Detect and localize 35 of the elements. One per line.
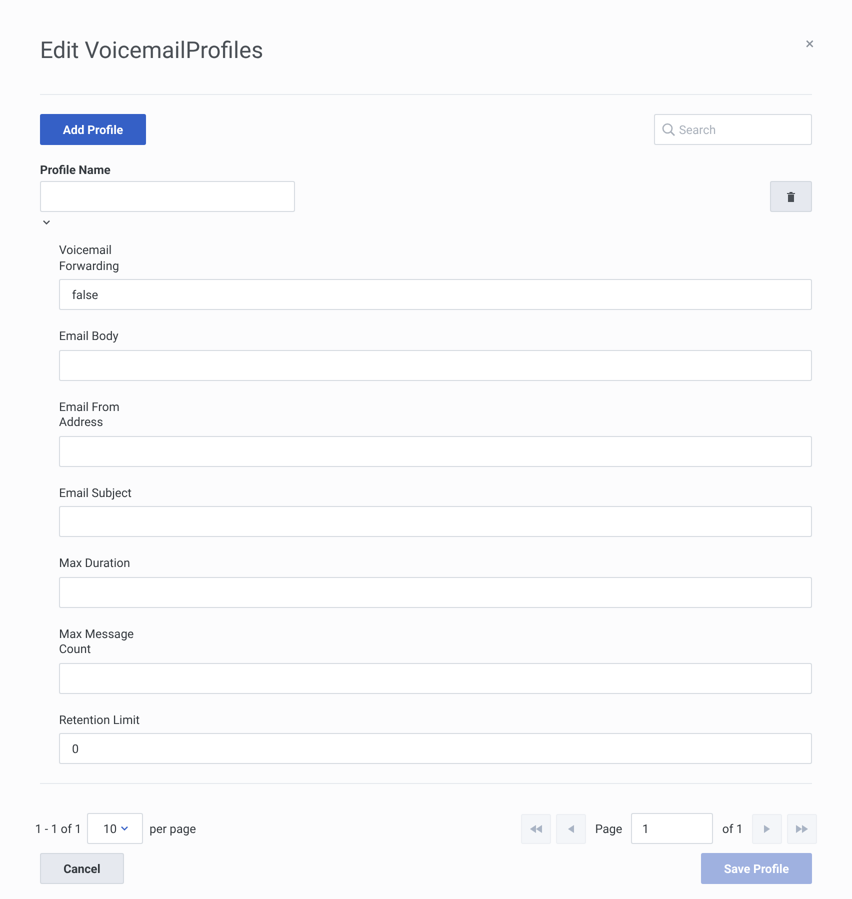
field-label: Max Message Count — [59, 626, 135, 658]
per-page-dropdown[interactable]: 10 — [87, 813, 144, 844]
search-field[interactable]: Search — [654, 114, 812, 145]
trash-icon — [787, 192, 795, 202]
text-input[interactable] — [59, 662, 812, 694]
double-right-arrow-icon — [796, 824, 808, 832]
cancel-button[interactable]: Cancel — [40, 853, 124, 884]
field-label: Email From Address — [59, 400, 120, 430]
left-arrow-icon — [568, 824, 574, 832]
right-arrow-icon — [764, 824, 770, 832]
field-label: Email Body — [59, 329, 120, 344]
field-label: Voicemail Forwarding — [59, 243, 120, 274]
field-label: Max Duration — [59, 556, 132, 572]
text-input[interactable]: false — [59, 279, 812, 310]
text-input[interactable] — [59, 576, 812, 608]
text-input[interactable] — [59, 436, 812, 466]
dialog-title: Edit VoicemailProfiles — [40, 36, 264, 66]
field-label: Retention Limit — [59, 712, 141, 728]
collapse-toggle[interactable] — [42, 218, 50, 226]
per-page-label: per page — [149, 820, 196, 838]
field-label: Email Subject — [59, 486, 133, 501]
text-input[interactable]: 0 — [59, 733, 812, 764]
page-input[interactable]: 1 — [631, 813, 714, 844]
field-label: Profile Name — [40, 163, 112, 177]
chevron-down-icon — [120, 826, 128, 831]
profile-name-input[interactable] — [40, 181, 295, 212]
delete-button[interactable] — [770, 181, 812, 212]
text-input[interactable] — [59, 350, 812, 380]
page-count: of 1 — [722, 820, 743, 838]
search-icon — [662, 123, 675, 136]
double-left-arrow-icon — [530, 824, 542, 832]
page-label: Page — [595, 820, 622, 838]
text-input[interactable] — [59, 506, 812, 537]
add-profile-button[interactable]: Add Profile — [40, 114, 146, 145]
range-text: 1 - 1 of 1 — [35, 820, 82, 838]
